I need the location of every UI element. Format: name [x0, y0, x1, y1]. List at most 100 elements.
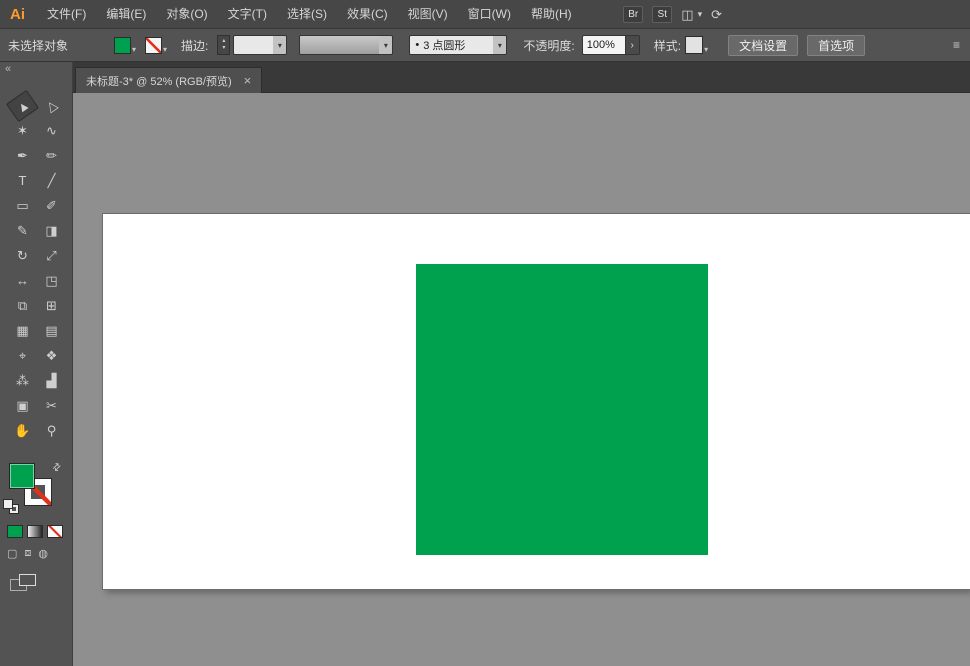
- perspective-grid-tool[interactable]: ⊞: [39, 295, 64, 317]
- menubar-right: Br St ◫ ▾ ⟳: [623, 0, 970, 29]
- bridge-button[interactable]: Br: [623, 6, 643, 23]
- sync-icon[interactable]: ⟳: [711, 0, 722, 29]
- menubar: Ai 文件(F)编辑(E)对象(O)文字(T)选择(S)效果(C)视图(V)窗口…: [0, 0, 970, 29]
- menu: 文件(F)编辑(E)对象(O)文字(T)选择(S)效果(C)视图(V)窗口(W)…: [37, 0, 582, 29]
- artboard[interactable]: [103, 214, 970, 589]
- chevron-down-icon[interactable]: ▾: [273, 36, 286, 54]
- lasso-tool[interactable]: ∿: [39, 120, 64, 142]
- swap-fill-stroke-icon[interactable]: ⇄: [50, 461, 64, 475]
- menu-window[interactable]: 窗口(W): [458, 0, 521, 29]
- menu-type[interactable]: 文字(T): [218, 0, 277, 29]
- brush-select[interactable]: •3 点圆形 ▾: [409, 35, 507, 55]
- scale-tool[interactable]: ⤢: [39, 245, 64, 267]
- symbol-sprayer-tool[interactable]: ⁂: [10, 370, 35, 392]
- draw-behind-icon[interactable]: ⧈: [24, 547, 31, 560]
- hand-tool[interactable]: ✋: [10, 420, 35, 442]
- document-setup-button[interactable]: 文档设置: [728, 35, 798, 56]
- default-fill-stroke-icon[interactable]: [4, 500, 20, 514]
- draw-normal-icon[interactable]: ▢: [7, 547, 17, 560]
- app-logo-icon: Ai: [10, 6, 25, 23]
- stroke-width-select[interactable]: ▾: [233, 35, 287, 55]
- pen-tool[interactable]: ✒: [10, 145, 35, 167]
- illustrator-window: Ai 文件(F)编辑(E)对象(O)文字(T)选择(S)效果(C)视图(V)窗口…: [0, 0, 970, 666]
- stroke-label: 描边:: [181, 37, 208, 54]
- chevron-down-icon[interactable]: ▾: [493, 36, 506, 54]
- stepper-up-icon[interactable]: ▴: [222, 38, 225, 45]
- type-tool[interactable]: T: [10, 170, 35, 192]
- eraser-tool[interactable]: ◨: [39, 220, 64, 242]
- close-icon[interactable]: ×: [244, 73, 252, 88]
- fill-indicator[interactable]: [9, 463, 35, 489]
- magic-wand-tool[interactable]: ✶: [10, 120, 35, 142]
- brush-preview: •3 点圆形: [410, 36, 493, 54]
- menu-object[interactable]: 对象(O): [156, 0, 217, 29]
- menu-file[interactable]: 文件(F): [37, 0, 96, 29]
- control-bar: 未选择对象 ▾ ▾ 描边: ▴ ▾ ▾ ▾ •3 点圆形 ▾ 不透明度: 100…: [0, 29, 970, 62]
- rectangle-tool[interactable]: ▭: [10, 195, 35, 217]
- eyedropper-tool[interactable]: ⌖: [10, 345, 35, 367]
- slice-tool[interactable]: ✂: [39, 395, 64, 417]
- selection-tool[interactable]: ▲: [6, 89, 39, 121]
- menu-effect[interactable]: 效果(C): [337, 0, 398, 29]
- chevron-down-icon[interactable]: ▾: [379, 36, 392, 54]
- paint-style-row: [7, 525, 63, 538]
- gradient-tool[interactable]: ▤: [39, 320, 64, 342]
- color-button[interactable]: [7, 525, 23, 538]
- draw-inside-icon[interactable]: ◍: [38, 547, 48, 560]
- collapse-panel-icon[interactable]: «: [5, 63, 11, 75]
- artboard-tool[interactable]: ▣: [10, 395, 35, 417]
- tools-grid: ▲△✶∿✒✏T╱▭✐✎◨↻⤢↔◳⧉⊞▦▤⌖❖⁂▟▣✂✋⚲: [8, 93, 66, 443]
- stroke-width-stepper[interactable]: ▴ ▾: [217, 35, 230, 55]
- menu-select[interactable]: 选择(S): [277, 0, 337, 29]
- chevron-down-icon[interactable]: ▾: [163, 45, 167, 54]
- chevron-down-icon[interactable]: ▾: [132, 45, 136, 54]
- width-tool[interactable]: ↔: [10, 270, 35, 292]
- rotate-tool[interactable]: ↻: [10, 245, 35, 267]
- brush-dot-icon: •: [415, 39, 419, 51]
- chevron-down-icon[interactable]: ▾: [704, 45, 708, 54]
- menu-edit[interactable]: 编辑(E): [96, 0, 156, 29]
- menu-view[interactable]: 视图(V): [398, 0, 458, 29]
- zoom-tool[interactable]: ⚲: [39, 420, 64, 442]
- fill-color-swatch[interactable]: [114, 37, 131, 54]
- fill-stroke-indicator: ⇄: [0, 460, 73, 522]
- width-profile-preview: [300, 36, 379, 54]
- control-panel-menu-icon[interactable]: ≡: [953, 38, 960, 52]
- opacity-label: 不透明度:: [523, 37, 574, 54]
- paintbrush-tool[interactable]: ✐: [39, 195, 64, 217]
- screen-mode-icon[interactable]: [10, 574, 38, 593]
- drawing-modes-row: ▢ ⧈ ◍: [7, 547, 48, 560]
- default-fill-mini: [4, 500, 12, 508]
- stroke-color-swatch[interactable]: [145, 37, 162, 54]
- width-profile-select[interactable]: ▾: [299, 35, 393, 55]
- curvature-tool[interactable]: ✏: [39, 145, 64, 167]
- none-slash-icon: [146, 38, 161, 53]
- column-graph-tool[interactable]: ▟: [39, 370, 64, 392]
- green-rectangle[interactable]: [416, 264, 708, 555]
- free-transform-tool[interactable]: ◳: [39, 270, 64, 292]
- document-tab[interactable]: 未标题-3* @ 52% (RGB/预览) ×: [75, 67, 262, 93]
- document-tab-bar: 未标题-3* @ 52% (RGB/预览) ×: [73, 62, 970, 93]
- workspace-switcher-icon[interactable]: ◫: [681, 0, 693, 29]
- document-tab-title: 未标题-3* @ 52% (RGB/预览): [86, 73, 232, 89]
- stepper-down-icon[interactable]: ▾: [222, 45, 225, 52]
- chevron-right-icon[interactable]: ›: [626, 35, 640, 55]
- none-button[interactable]: [47, 525, 63, 538]
- opacity-input[interactable]: 100%: [582, 35, 626, 55]
- preferences-button[interactable]: 首选项: [807, 35, 865, 56]
- line-segment-tool[interactable]: ╱: [39, 170, 64, 192]
- canvas[interactable]: [73, 93, 970, 666]
- blend-tool[interactable]: ❖: [39, 345, 64, 367]
- chevron-down-icon[interactable]: ▾: [698, 0, 703, 29]
- selection-status: 未选择对象: [8, 37, 100, 54]
- shaper-tool[interactable]: ✎: [10, 220, 35, 242]
- direct-selection-tool[interactable]: △: [35, 89, 68, 121]
- mesh-tool[interactable]: ▦: [10, 320, 35, 342]
- menu-help[interactable]: 帮助(H): [521, 0, 582, 29]
- shape-builder-tool[interactable]: ⧉: [10, 295, 35, 317]
- gradient-button[interactable]: [27, 525, 43, 538]
- style-swatch[interactable]: [685, 36, 703, 54]
- tools-panel: « ▲△✶∿✒✏T╱▭✐✎◨↻⤢↔◳⧉⊞▦▤⌖❖⁂▟▣✂✋⚲ ⇄ ▢ ⧈ ◍: [0, 62, 73, 666]
- none-slash-icon: [48, 526, 62, 537]
- stock-button[interactable]: St: [652, 6, 672, 23]
